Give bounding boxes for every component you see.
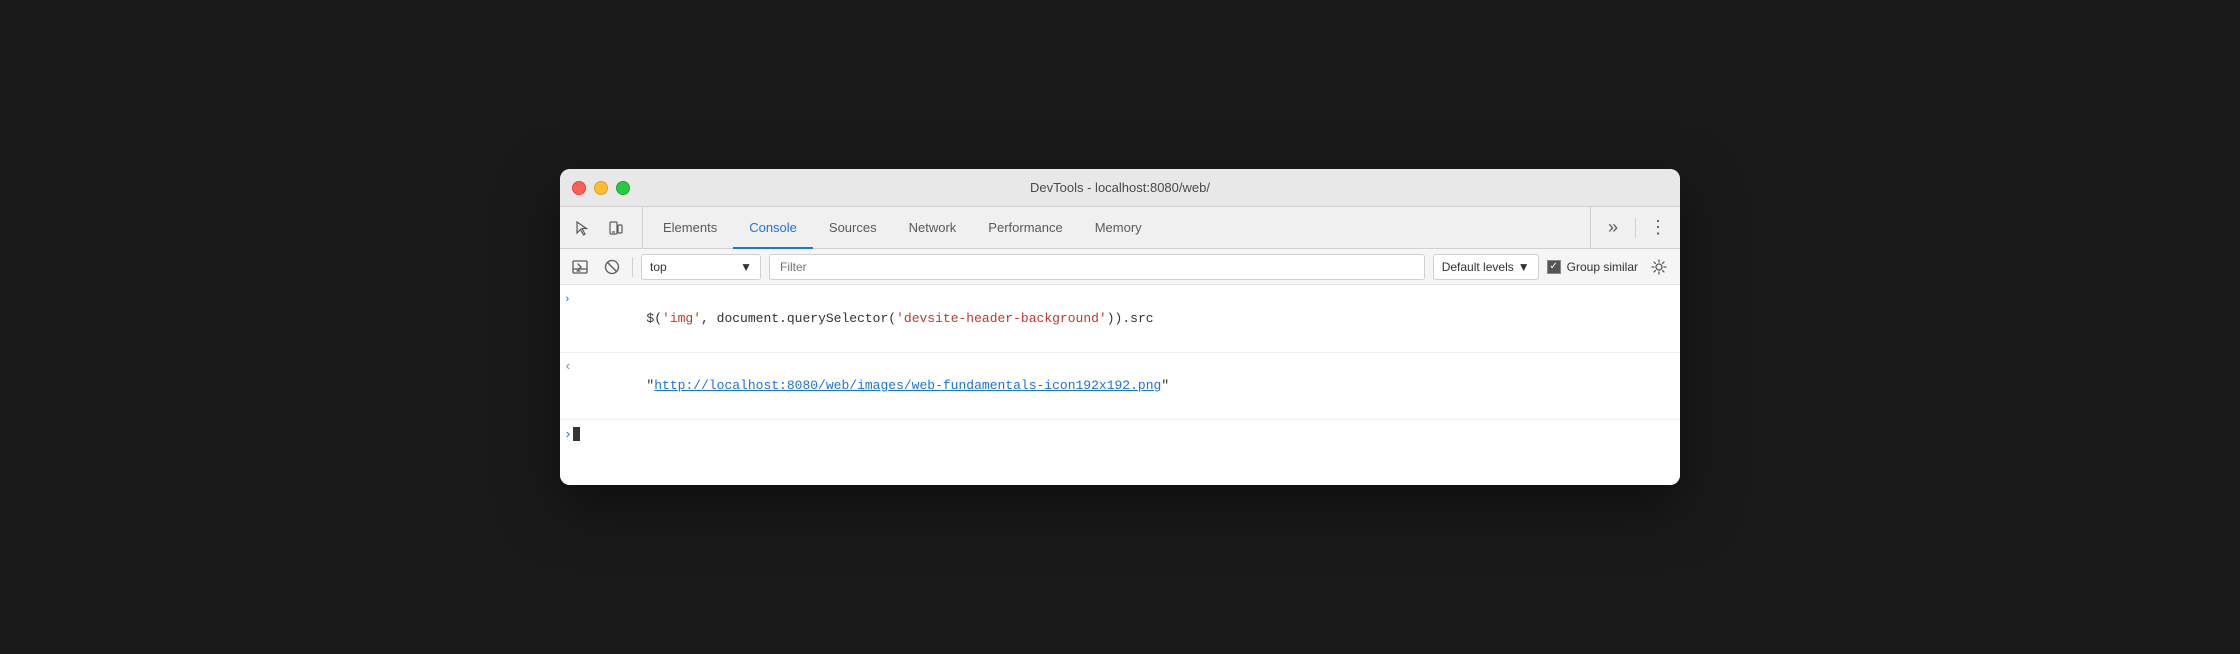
- console-toolbar: top ▼ Default levels ▼ ✓ Group similar: [560, 249, 1680, 285]
- more-tabs-button[interactable]: »: [1599, 214, 1627, 242]
- output-quote-close: ": [1161, 378, 1169, 393]
- group-similar-control[interactable]: ✓ Group similar: [1547, 260, 1638, 274]
- clear-console-icon[interactable]: [600, 255, 624, 279]
- console-output-text: "http://localhost:8080/web/images/web-fu…: [584, 357, 1672, 416]
- group-similar-checkbox[interactable]: ✓: [1547, 260, 1561, 274]
- code-text-3: , document.querySelector(: [701, 311, 896, 326]
- devtools-window: DevTools - localhost:8080/web/ Elements: [560, 169, 1680, 485]
- window-title: DevTools - localhost:8080/web/: [1030, 180, 1210, 195]
- toolbar-icons: [568, 207, 643, 248]
- code-text-4: 'devsite-header-background': [896, 311, 1107, 326]
- tab-elements[interactable]: Elements: [647, 208, 733, 249]
- group-similar-label: Group similar: [1567, 260, 1638, 274]
- console-input-text: $('img', document.querySelector('devsite…: [584, 289, 1672, 348]
- levels-label: Default levels: [1442, 260, 1514, 274]
- context-arrow: ▼: [740, 260, 752, 274]
- device-toggle-icon[interactable]: [602, 214, 630, 242]
- tabs: Elements Console Sources Network Perform…: [647, 207, 1590, 248]
- console-content: › $('img', document.querySelector('devsi…: [560, 285, 1680, 485]
- log-levels-button[interactable]: Default levels ▼: [1433, 254, 1539, 280]
- output-link[interactable]: http://localhost:8080/web/images/web-fun…: [654, 378, 1161, 393]
- toolbar-divider-1: [632, 257, 633, 277]
- levels-arrow: ▼: [1518, 260, 1530, 274]
- tab-bar: Elements Console Sources Network Perform…: [560, 207, 1680, 249]
- filter-input[interactable]: [769, 254, 1425, 280]
- tab-performance[interactable]: Performance: [972, 208, 1078, 249]
- output-arrow-icon: ‹: [564, 358, 584, 374]
- maximize-button[interactable]: [616, 181, 630, 195]
- tab-memory[interactable]: Memory: [1079, 208, 1158, 249]
- minimize-button[interactable]: [594, 181, 608, 195]
- devtools-menu-button[interactable]: ⋮: [1644, 214, 1672, 242]
- console-settings-icon[interactable]: [1646, 254, 1672, 280]
- close-button[interactable]: [572, 181, 586, 195]
- toolbar-right: » ⋮: [1590, 207, 1672, 248]
- code-text-5: )).src: [1107, 311, 1154, 326]
- console-line-output: ‹ "http://localhost:8080/web/images/web-…: [560, 353, 1680, 421]
- inspect-icon[interactable]: [568, 214, 596, 242]
- context-value: top: [650, 260, 667, 274]
- input-arrow-icon: ›: [564, 293, 584, 306]
- code-text-1: $(: [646, 311, 662, 326]
- console-prompt-line[interactable]: ›: [560, 420, 1680, 448]
- show-drawer-icon[interactable]: [568, 255, 592, 279]
- traffic-lights: [572, 181, 630, 195]
- code-text-2: 'img': [662, 311, 701, 326]
- console-line-input: › $('img', document.querySelector('devsi…: [560, 285, 1680, 353]
- tab-sources[interactable]: Sources: [813, 208, 893, 249]
- titlebar: DevTools - localhost:8080/web/: [560, 169, 1680, 207]
- tab-network[interactable]: Network: [893, 208, 973, 249]
- context-selector[interactable]: top ▼: [641, 254, 761, 280]
- tab-console[interactable]: Console: [733, 208, 813, 249]
- prompt-arrow-icon: ›: [564, 427, 572, 442]
- checkmark-icon: ✓: [1549, 261, 1557, 272]
- cursor: [573, 427, 580, 441]
